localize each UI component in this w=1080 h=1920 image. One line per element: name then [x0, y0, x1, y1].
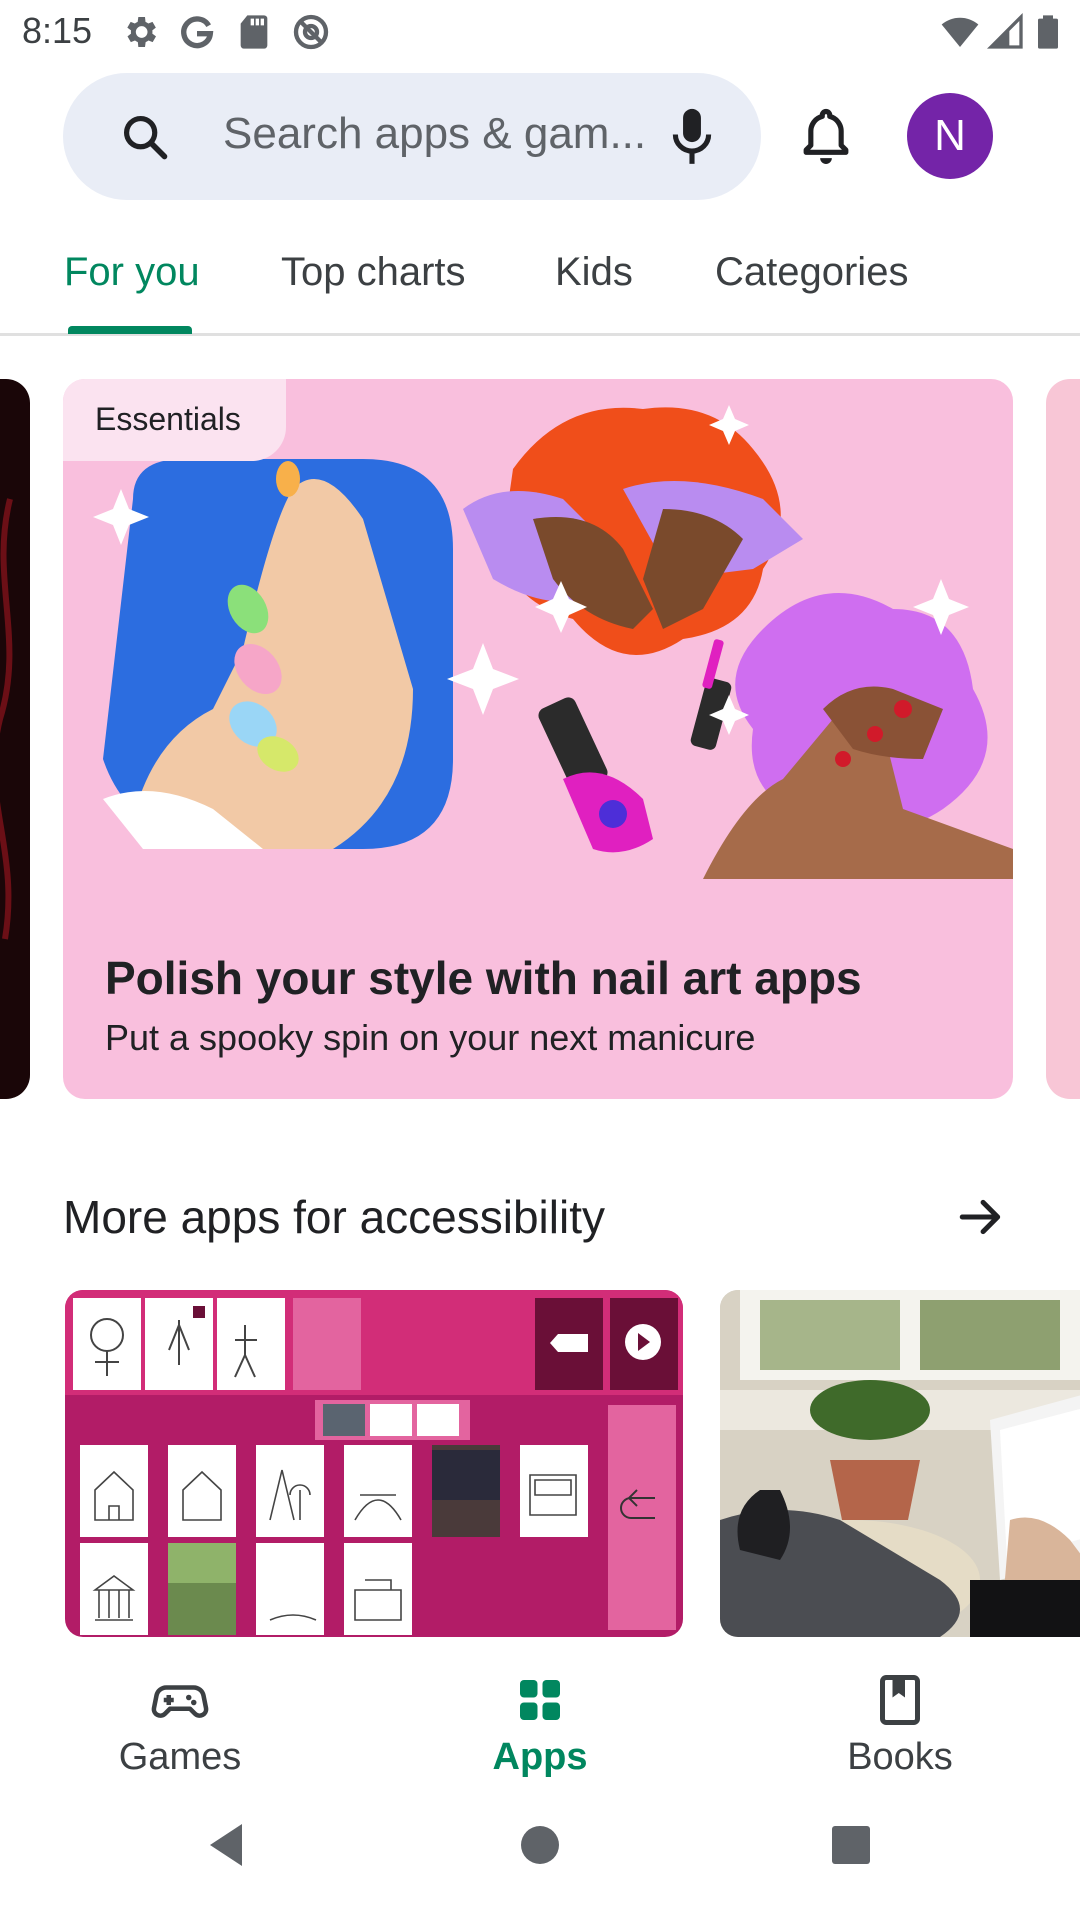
gamepad-icon: [151, 1685, 209, 1718]
top-tabs: For you Top charts Kids Categories: [0, 238, 1080, 336]
google-icon: [181, 16, 214, 49]
featured-subtitle: Put a spooky spin on your next manicure: [105, 1017, 756, 1058]
bookmark-book-icon: [880, 1675, 920, 1725]
bell-icon[interactable]: [798, 105, 854, 167]
nav-apps[interactable]: Apps: [390, 1640, 690, 1800]
essentials-label: Essentials: [95, 401, 241, 437]
apps-grid-icon: [520, 1680, 560, 1720]
sd-card-icon: [240, 15, 268, 49]
mic-icon[interactable]: [669, 106, 715, 168]
nav-books-label: Books: [847, 1736, 953, 1778]
tablet-photo: [720, 1290, 1080, 1637]
nav-books[interactable]: Books: [750, 1640, 1050, 1800]
battery-icon: [1038, 15, 1058, 49]
signal-icon: [986, 12, 1023, 49]
tab-kids[interactable]: Kids: [555, 250, 633, 295]
tab-top-charts[interactable]: Top charts: [281, 250, 466, 295]
tab-categories[interactable]: Categories: [715, 250, 908, 295]
avatar[interactable]: N: [907, 93, 993, 179]
system-nav-bar: [0, 1800, 1080, 1920]
status-time: 8:15: [22, 10, 93, 51]
active-tab-indicator: [68, 326, 192, 334]
essentials-chip: Essentials: [63, 379, 286, 461]
at-sign-icon: [293, 14, 329, 50]
app-card-aac[interactable]: [65, 1290, 683, 1637]
arrow-right-icon[interactable]: [956, 1192, 1006, 1242]
bottom-nav: Games Apps Books: [0, 1640, 1080, 1800]
section-title: More apps for accessibility: [63, 1191, 605, 1243]
status-bar: 8:15: [0, 0, 1080, 64]
nav-apps-label: Apps: [492, 1736, 588, 1778]
nav-games-label: Games: [118, 1736, 242, 1778]
gear-icon: [127, 17, 156, 47]
featured-title: Polish your style with nail art apps: [105, 952, 862, 1004]
tab-for-you[interactable]: For you: [64, 250, 200, 295]
recents-icon[interactable]: [831, 1825, 871, 1865]
wifi-icon: [941, 17, 979, 47]
featured-card[interactable]: Essentials Polish your style with nail a…: [63, 379, 1013, 1099]
back-icon[interactable]: [206, 1822, 246, 1868]
nav-games[interactable]: Games: [30, 1640, 330, 1800]
previous-feature-card[interactable]: [0, 379, 30, 1099]
search-bar[interactable]: Search apps & gam...: [63, 73, 761, 200]
aac-app-screenshot: [65, 1290, 683, 1635]
app-card-tablet-photo[interactable]: [720, 1290, 1080, 1637]
search-icon[interactable]: [119, 111, 171, 163]
home-icon[interactable]: [520, 1825, 560, 1865]
search-input[interactable]: Search apps & gam...: [223, 109, 646, 159]
next-feature-card[interactable]: [1046, 379, 1080, 1099]
